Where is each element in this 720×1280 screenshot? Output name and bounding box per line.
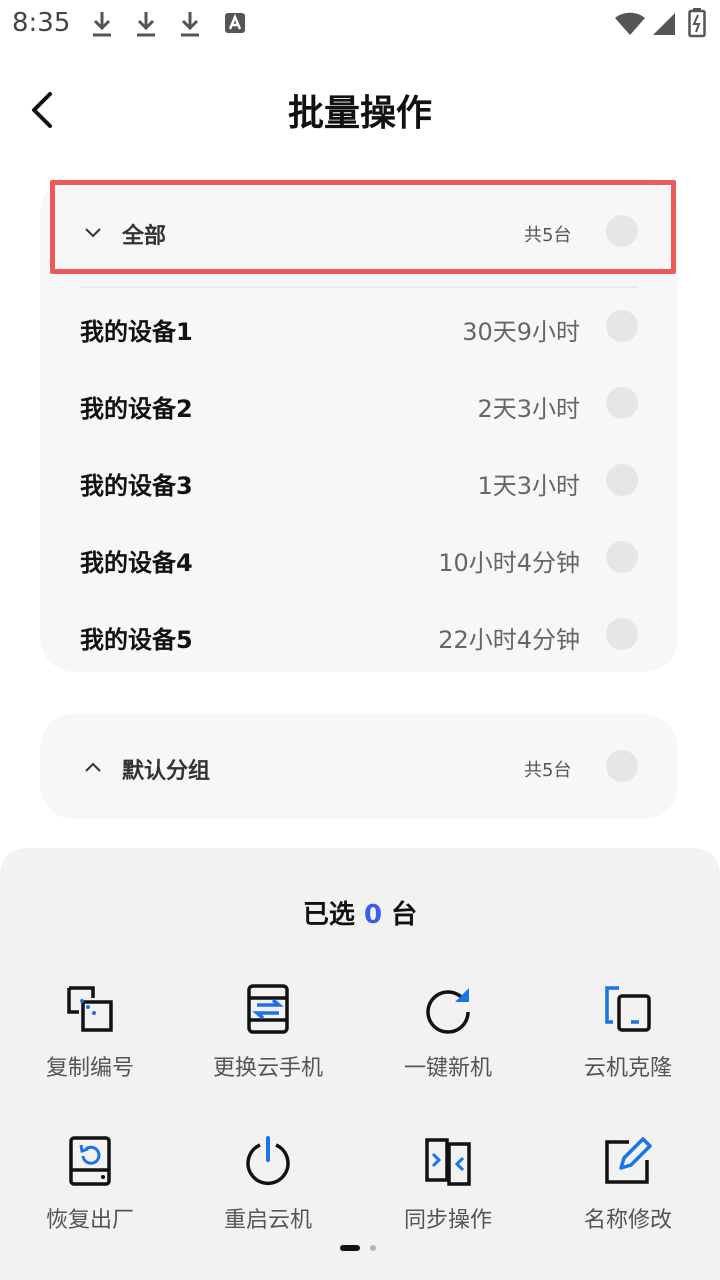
select-all-radio[interactable] xyxy=(606,215,638,247)
edit-icon xyxy=(605,1137,652,1184)
divider xyxy=(80,286,638,288)
action-label: 更换云手机 xyxy=(212,1056,323,1081)
wifi-icon xyxy=(615,12,645,35)
power-icon xyxy=(246,1136,290,1186)
chevron-up-icon[interactable] xyxy=(84,758,102,776)
action-label: 重启云机 xyxy=(223,1208,312,1233)
device-name: 我的设备4 xyxy=(80,549,193,577)
device-time: 10小时4分钟 xyxy=(438,549,580,577)
action-label: 云机克隆 xyxy=(583,1056,672,1081)
download-icon xyxy=(93,12,111,37)
selected-count: 0 xyxy=(363,900,383,930)
restart-button[interactable]: 重启云机 xyxy=(178,1136,358,1234)
group-name: 默认分组 xyxy=(122,759,211,784)
selected-count-text: 已选 0 台 xyxy=(0,894,720,931)
action-label: 一键新机 xyxy=(403,1056,492,1081)
refresh-icon xyxy=(426,988,470,1034)
device-radio[interactable] xyxy=(606,310,638,342)
device-time: 22小时4分钟 xyxy=(438,626,580,654)
action-label: 恢复出厂 xyxy=(45,1208,134,1233)
action-label: 复制编号 xyxy=(45,1056,134,1081)
sync-icon xyxy=(425,1138,471,1186)
text-a-icon xyxy=(225,13,245,33)
device-radio[interactable] xyxy=(606,541,638,573)
signal-icon xyxy=(653,13,675,35)
clone-icon xyxy=(605,986,651,1032)
device-name: 我的设备2 xyxy=(80,395,193,423)
device-name: 我的设备3 xyxy=(80,472,193,500)
chevron-down-icon[interactable] xyxy=(84,224,102,242)
device-radio[interactable] xyxy=(606,618,638,650)
device-time: 30天9小时 xyxy=(462,318,580,346)
device-time: 1天3小时 xyxy=(477,472,580,500)
new-device-button[interactable]: 一键新机 xyxy=(358,984,538,1082)
swap-phone-icon xyxy=(247,984,289,1034)
clone-button[interactable]: 云机克隆 xyxy=(538,984,718,1082)
group-name: 全部 xyxy=(122,224,167,249)
rename-button[interactable]: 名称修改 xyxy=(538,1136,718,1234)
factory-reset-icon xyxy=(69,1136,111,1186)
copy-id-icon xyxy=(67,986,113,1032)
page-title: 批量操作 xyxy=(287,93,432,134)
device-name: 我的设备5 xyxy=(80,626,193,654)
action-label: 名称修改 xyxy=(583,1208,672,1233)
download-icon xyxy=(137,12,155,37)
factory-reset-button[interactable]: 恢复出厂 xyxy=(0,1136,180,1234)
swap-phone-button[interactable]: 更换云手机 xyxy=(178,984,358,1082)
download-icon xyxy=(181,12,199,37)
action-label: 同步操作 xyxy=(403,1208,492,1233)
device-radio[interactable] xyxy=(606,387,638,419)
copy-id-button[interactable]: 复制编号 xyxy=(0,984,180,1082)
page-dot xyxy=(370,1245,376,1251)
selected-suffix: 台 xyxy=(391,900,418,930)
group-count: 共5台 xyxy=(524,760,572,781)
select-group-radio[interactable] xyxy=(606,750,638,782)
status-bar: 8:35 xyxy=(0,0,720,50)
selected-prefix: 已选 xyxy=(302,900,355,930)
group-count: 共5台 xyxy=(524,225,572,246)
device-time: 2天3小时 xyxy=(477,395,580,423)
device-radio[interactable] xyxy=(606,464,638,496)
sync-button[interactable]: 同步操作 xyxy=(358,1136,538,1234)
device-name: 我的设备1 xyxy=(80,318,193,346)
battery-icon xyxy=(688,8,706,38)
page-dot-active xyxy=(340,1245,360,1251)
status-time: 8:35 xyxy=(12,8,71,38)
